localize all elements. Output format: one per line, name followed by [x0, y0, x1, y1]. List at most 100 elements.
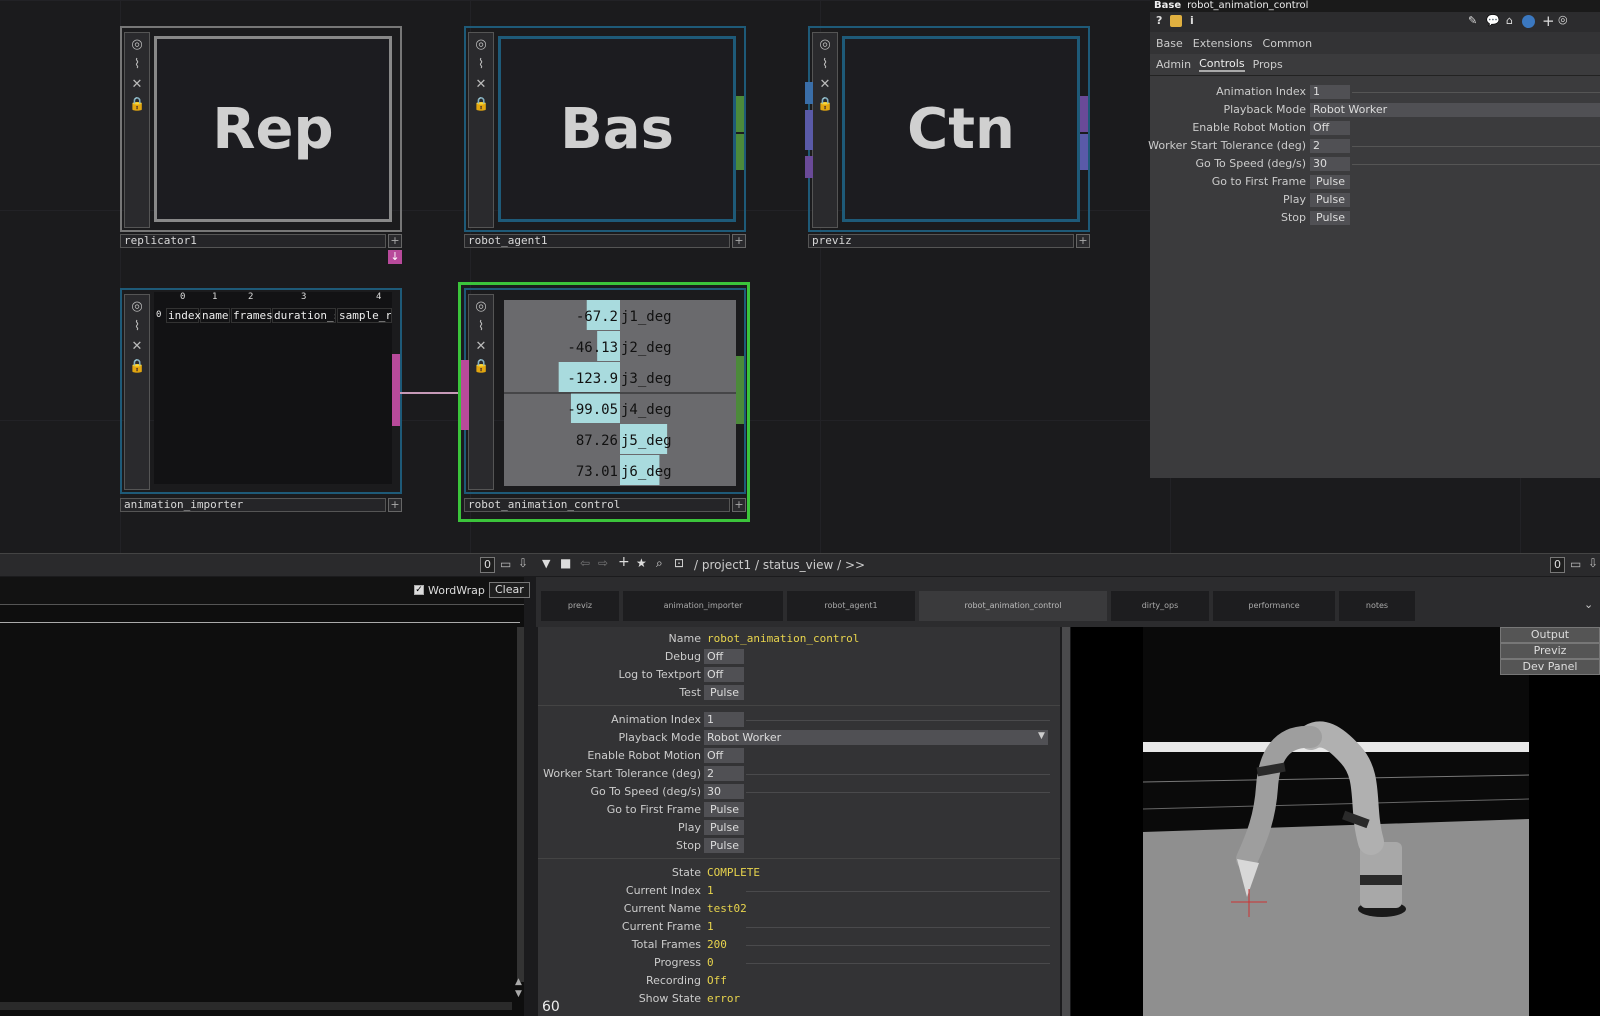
tab-props[interactable]: Props	[1253, 58, 1283, 71]
output-connector[interactable]	[736, 96, 744, 132]
form-scrollbar[interactable]	[1062, 627, 1070, 1016]
node-flag-strip[interactable]: ◎ ⌇ ✕ 🔒	[124, 294, 150, 490]
goto-first-frame-button[interactable]: Pulse	[1310, 175, 1350, 189]
viewer-icon[interactable]: ◎	[129, 299, 145, 315]
node-robot-agent1[interactable]: ◎ ⌇ ✕ 🔒 Bas robot_agent1 +	[464, 26, 746, 254]
stop-icon[interactable]: ■	[560, 556, 571, 570]
tab-robot-animation-control[interactable]: robot_animation_control	[919, 591, 1107, 621]
download-icon[interactable]: ⇩	[1588, 556, 1598, 570]
input-connector[interactable]	[805, 82, 813, 104]
menu-item-output[interactable]: Output	[1500, 627, 1600, 643]
animation-index-field[interactable]: 1	[704, 712, 744, 727]
node-name[interactable]: previz	[808, 234, 1074, 248]
output-connector[interactable]	[736, 388, 744, 424]
node-flag-strip[interactable]: ◎ ⌇ ✕ 🔒	[812, 32, 838, 228]
playback-mode-dropdown[interactable]: Robot Worker	[704, 730, 1048, 745]
play-button[interactable]: Pulse	[1310, 193, 1350, 207]
search-icon[interactable]: ⌕	[656, 556, 663, 571]
previz-render-view[interactable]	[1071, 627, 1600, 1016]
input-connector[interactable]	[461, 394, 469, 430]
play-button[interactable]: Pulse	[704, 820, 744, 835]
node-flag-strip[interactable]: ◎ ⌇ ✕ 🔒	[468, 294, 494, 490]
pane-number-button[interactable]: 0	[480, 557, 495, 573]
tab-common[interactable]: Common	[1263, 37, 1313, 50]
download-icon[interactable]: ↓	[388, 250, 402, 264]
node-name[interactable]: robot_animation_control	[464, 498, 730, 512]
parameter-panel[interactable]: Base robot_animation_control ? i ✎ 💬 ⌂ + …	[1148, 0, 1600, 478]
stop-button[interactable]: Pulse	[1310, 211, 1350, 225]
bookmark-icon[interactable]: ★	[636, 556, 647, 570]
viewer-icon[interactable]: ◎	[473, 37, 489, 53]
plus-icon[interactable]: +	[1542, 12, 1555, 30]
network-path[interactable]: / project1 / status_view / >>	[694, 558, 865, 572]
view-icon[interactable]: ⊡	[674, 556, 684, 570]
textport-pane[interactable]: ✓ WordWrap Clear ▲ ▼	[0, 577, 530, 1016]
info-icon[interactable]: i	[1190, 14, 1194, 27]
worker-tolerance-slider[interactable]	[746, 774, 1050, 775]
worker-tolerance-field[interactable]: 2	[704, 766, 744, 781]
node-replicator1[interactable]: ◎ ⌇ ✕ 🔒 Rep replicator1 + ↓	[120, 26, 402, 264]
menu-item-dev-panel[interactable]: Dev Panel	[1500, 659, 1600, 675]
worker-tolerance-slider[interactable]	[1352, 146, 1600, 147]
help-icon[interactable]: ?	[1156, 14, 1162, 27]
node-name[interactable]: robot_agent1	[464, 234, 730, 248]
add-icon[interactable]: +	[1076, 234, 1090, 248]
goto-first-frame-button[interactable]: Pulse	[704, 802, 744, 817]
node-flag-strip[interactable]: ◎ ⌇ ✕ 🔒	[468, 32, 494, 228]
output-connector[interactable]	[1080, 96, 1088, 132]
add-icon[interactable]: +	[732, 498, 746, 512]
textport-hscrollbar[interactable]	[0, 1002, 512, 1010]
edit-icon[interactable]: ✎	[1468, 14, 1477, 27]
control-panel-form[interactable]: Name robot_animation_control Debug Off Log…	[538, 627, 1070, 1016]
tag-icon[interactable]: ⌂	[1506, 14, 1513, 27]
menu-item-previz[interactable]: Previz	[1500, 643, 1600, 659]
tab-controls[interactable]: Controls	[1199, 57, 1245, 72]
python-icon[interactable]	[1522, 15, 1535, 28]
playback-mode-dropdown[interactable]: Robot Worker	[1310, 103, 1600, 117]
bypass-icon[interactable]: ⌇	[129, 319, 145, 335]
output-connector[interactable]	[392, 354, 400, 390]
output-connector[interactable]	[1080, 134, 1088, 170]
viewer-icon[interactable]: ◎	[473, 299, 489, 315]
lock-icon[interactable]: 🔒	[817, 97, 833, 113]
add-icon[interactable]: +	[388, 234, 402, 248]
add-icon[interactable]: +	[388, 498, 402, 512]
debug-toggle[interactable]: Off	[704, 649, 744, 664]
worker-tolerance-field[interactable]: 2	[1310, 139, 1350, 153]
forward-icon[interactable]: ⇨	[598, 556, 608, 570]
input-connector[interactable]	[805, 110, 813, 150]
input-connector[interactable]	[805, 156, 813, 178]
test-button[interactable]: Pulse	[704, 685, 744, 700]
close-icon[interactable]: ✕	[473, 339, 489, 355]
maximize-icon[interactable]: ▭	[1570, 557, 1581, 571]
maximize-icon[interactable]: ▭	[500, 557, 511, 571]
stop-button[interactable]: Pulse	[704, 838, 744, 853]
wordwrap-checkbox[interactable]: ✓	[414, 585, 424, 595]
tab-previz[interactable]: previz	[541, 591, 619, 621]
lock-icon[interactable]: 🔒	[473, 97, 489, 113]
close-icon[interactable]: ✕	[817, 77, 833, 93]
tab-admin[interactable]: Admin	[1156, 58, 1191, 71]
node-animation-importer[interactable]: ◎ ⌇ ✕ 🔒 0 1 2 3 4 0 index name frames durat…	[120, 288, 402, 516]
back-icon[interactable]: ⇦	[580, 556, 590, 570]
animation-index-field[interactable]: 1	[1310, 85, 1350, 99]
tab-animation-importer[interactable]: animation_importer	[623, 591, 783, 621]
animation-index-slider[interactable]	[1352, 92, 1600, 93]
close-icon[interactable]: ✕	[473, 77, 489, 93]
clear-button[interactable]: Clear	[489, 582, 530, 598]
comment-icon[interactable]: 💬	[1486, 14, 1500, 27]
output-connector[interactable]	[392, 390, 400, 426]
python-help-icon[interactable]	[1170, 15, 1182, 27]
node-name[interactable]: animation_importer	[120, 498, 386, 512]
input-connector[interactable]	[461, 360, 469, 396]
enable-robot-motion-toggle[interactable]: Off	[704, 748, 744, 763]
scroll-down-icon[interactable]: ▼	[515, 989, 522, 999]
lock-icon[interactable]: 🔒	[473, 359, 489, 375]
scroll-up-icon[interactable]: ▲	[515, 977, 522, 987]
bypass-icon[interactable]: ⌇	[817, 57, 833, 73]
node-name[interactable]: replicator1	[120, 234, 386, 248]
enable-robot-motion-toggle[interactable]: Off	[1310, 121, 1350, 135]
animation-index-slider[interactable]	[746, 720, 1050, 721]
textport-scrollbar[interactable]	[517, 627, 524, 982]
goto-speed-slider[interactable]	[746, 792, 1050, 793]
